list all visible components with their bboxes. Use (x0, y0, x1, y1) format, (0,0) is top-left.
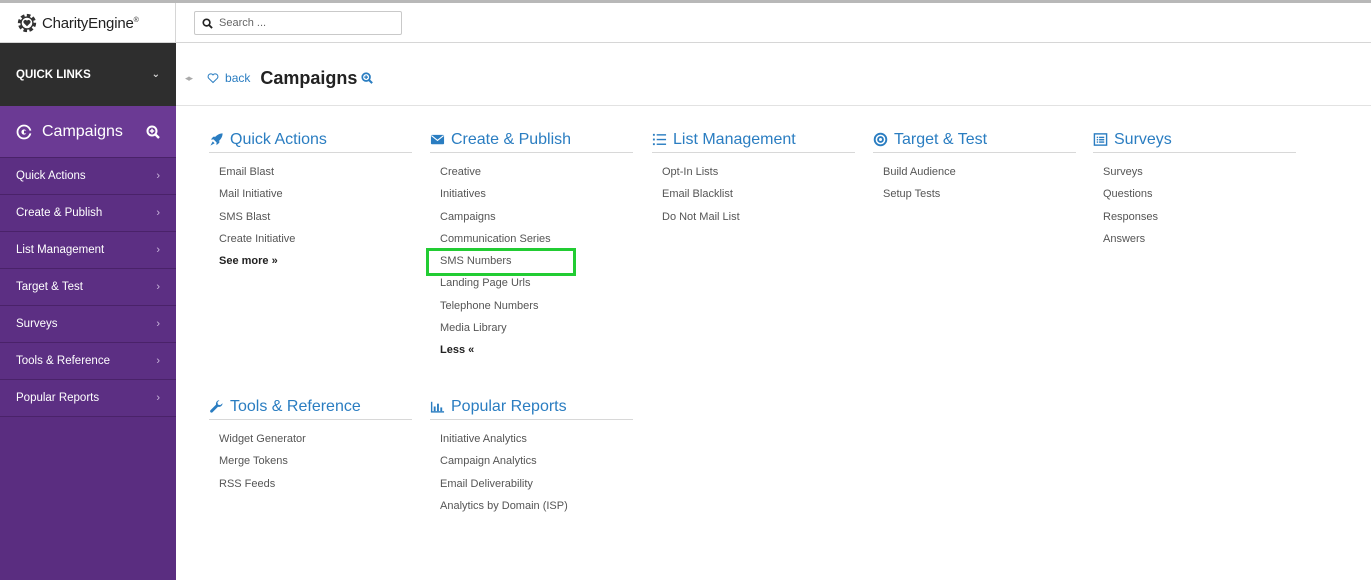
link-rss-feeds[interactable]: RSS Feeds (219, 473, 412, 495)
zoom-in-icon[interactable] (361, 72, 374, 84)
link-build-audience[interactable]: Build Audience (883, 161, 1076, 183)
sidebar: QUICK LINKS ⌄ Campaigns Quick Actions › C… (0, 43, 176, 580)
chevron-right-icon: › (156, 281, 160, 293)
link-initiatives[interactable]: Initiatives (440, 183, 633, 205)
rocket-icon (210, 133, 223, 146)
chevron-right-icon: › (156, 207, 160, 219)
list-icon (652, 133, 667, 146)
sidebar-item-label: Quick Actions (16, 170, 86, 182)
sidebar-item-surveys[interactable]: Surveys › (0, 306, 176, 343)
link-do-not-mail-list[interactable]: Do Not Mail List (662, 206, 855, 228)
logo[interactable]: CharityEngine® (0, 3, 176, 43)
target-icon (873, 132, 888, 147)
link-surveys[interactable]: Surveys (1103, 161, 1296, 183)
search-icon (202, 17, 213, 29)
link-initiative-analytics[interactable]: Initiative Analytics (440, 428, 633, 450)
envelope-icon (430, 134, 445, 145)
main-content: ◂▸ back Campaigns Quick Actions Email Bl… (176, 43, 1371, 580)
quick-links-toggle[interactable]: QUICK LINKS ⌄ (0, 43, 176, 106)
sidebar-item-quick-actions[interactable]: Quick Actions › (0, 158, 176, 195)
link-sms-blast[interactable]: SMS Blast (219, 206, 412, 228)
sidebar-item-label: Tools & Reference (16, 355, 110, 367)
sidebar-item-label: Popular Reports (16, 392, 100, 404)
sidebar-item-label: Target & Test (16, 281, 83, 293)
chevron-right-icon: › (156, 392, 160, 404)
top-bar: CharityEngine® (0, 3, 1371, 43)
chevron-right-icon: › (156, 355, 160, 367)
sidebar-section-header[interactable]: Campaigns (0, 106, 176, 158)
campaigns-target-icon (16, 124, 32, 139)
page-title: Campaigns (260, 67, 358, 88)
link-telephone-numbers[interactable]: Telephone Numbers (440, 295, 633, 317)
bar-chart-icon (430, 401, 445, 413)
link-mail-initiative[interactable]: Mail Initiative (219, 183, 412, 205)
sidebar-item-label: Create & Publish (16, 207, 103, 219)
charityengine-gear-icon (17, 13, 37, 33)
section-title: Tools & Reference (230, 397, 361, 415)
back-link[interactable]: back (225, 71, 250, 85)
heart-icon[interactable] (207, 72, 219, 84)
section-title: Target & Test (894, 130, 988, 148)
section-surveys: Surveys Surveys Questions Responses Answ… (1093, 131, 1296, 250)
section-title: Popular Reports (451, 397, 567, 415)
wrench-icon (210, 400, 223, 413)
see-more-link[interactable]: See more » (219, 250, 412, 272)
link-creative[interactable]: Creative (440, 161, 633, 183)
link-campaign-analytics[interactable]: Campaign Analytics (440, 450, 633, 472)
breadcrumb: ◂▸ back Campaigns (176, 67, 374, 89)
chevron-right-icon: › (156, 318, 160, 330)
quick-links-label: QUICK LINKS (16, 68, 91, 81)
header-divider (176, 105, 1371, 106)
sidebar-item-popular-reports[interactable]: Popular Reports › (0, 380, 176, 417)
section-quick-actions: Quick Actions Email Blast Mail Initiativ… (209, 131, 412, 272)
section-popular-reports: Popular Reports Initiative Analytics Cam… (430, 398, 633, 517)
link-email-blast[interactable]: Email Blast (219, 161, 412, 183)
section-target-test: Target & Test Build Audience Setup Tests (873, 131, 1076, 206)
link-answers[interactable]: Answers (1103, 228, 1296, 250)
search-input[interactable] (219, 17, 389, 29)
section-title: Create & Publish (451, 130, 572, 148)
link-responses[interactable]: Responses (1103, 206, 1296, 228)
link-create-initiative[interactable]: Create Initiative (219, 228, 412, 250)
sidebar-item-create-publish[interactable]: Create & Publish › (0, 195, 176, 232)
list-alt-icon (1093, 133, 1108, 146)
link-analytics-by-domain[interactable]: Analytics by Domain (ISP) (440, 495, 633, 517)
chevron-right-icon: › (156, 244, 160, 256)
section-title: List Management (673, 130, 796, 148)
link-widget-generator[interactable]: Widget Generator (219, 428, 412, 450)
link-media-library[interactable]: Media Library (440, 317, 633, 339)
link-merge-tokens[interactable]: Merge Tokens (219, 450, 412, 472)
section-title: Surveys (1114, 130, 1172, 148)
link-email-deliverability[interactable]: Email Deliverability (440, 473, 633, 495)
less-link[interactable]: Less « (440, 339, 633, 361)
sidebar-item-label: Surveys (16, 318, 58, 330)
link-questions[interactable]: Questions (1103, 183, 1296, 205)
sidebar-section-title: Campaigns (42, 122, 123, 140)
chevron-down-icon: ⌄ (151, 69, 160, 80)
search-box[interactable] (194, 11, 402, 35)
sidebar-item-list-management[interactable]: List Management › (0, 232, 176, 269)
section-create-publish: Create & Publish Creative Initiatives Ca… (426, 130, 633, 362)
link-opt-in-lists[interactable]: Opt-In Lists (662, 161, 855, 183)
chevron-right-icon: › (156, 170, 160, 182)
link-landing-page-urls[interactable]: Landing Page Urls (440, 272, 633, 294)
zoom-in-icon[interactable] (146, 125, 160, 139)
section-tools-reference: Tools & Reference Widget Generator Merge… (209, 398, 412, 495)
link-campaigns[interactable]: Campaigns (440, 206, 633, 228)
link-sms-numbers[interactable]: SMS Numbers (426, 248, 633, 277)
link-communication-series[interactable]: Communication Series (440, 228, 633, 250)
link-email-blacklist[interactable]: Email Blacklist (662, 183, 855, 205)
link-setup-tests[interactable]: Setup Tests (883, 183, 1076, 205)
logo-registered-mark: ® (133, 16, 139, 24)
panel-resize-handle-icon[interactable]: ◂▸ (185, 73, 193, 84)
section-list-management: List Management Opt-In Lists Email Black… (652, 131, 855, 228)
sidebar-item-tools-reference[interactable]: Tools & Reference › (0, 343, 176, 380)
sidebar-item-target-test[interactable]: Target & Test › (0, 269, 176, 306)
sidebar-item-label: List Management (16, 244, 105, 256)
section-title: Quick Actions (230, 130, 327, 148)
logo-text: CharityEngine (42, 14, 134, 32)
